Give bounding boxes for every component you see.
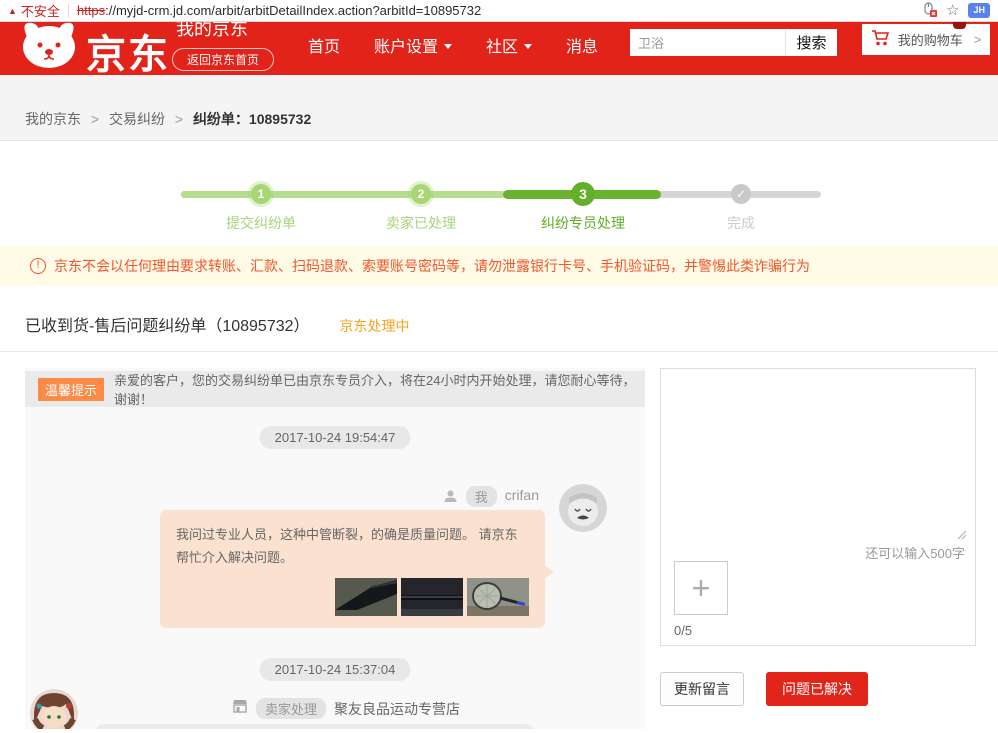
header-nav: 首页 账户设置 社区 消息 [308, 33, 598, 57]
breadcrumb-current: 纠纷单：10895732 [192, 111, 312, 127]
browser-profile-avatar[interactable]: JH [968, 3, 990, 18]
step-circle-3: 3 [571, 182, 595, 206]
reply-panel: 还可以输入500字 + 0/5 更新留言 问题已解决 [660, 368, 976, 729]
jd-site-header: 京东 我的京东 返回京东首页 首页 账户设置 社区 消息 搜索 我的购物车 > [0, 22, 998, 75]
step-circle-2: 2 [411, 184, 431, 204]
seller-message-header: 卖家处理 聚友良品运动专营店 [232, 698, 460, 719]
notice-bar: 温馨提示 亲爱的客户，您的交易纠纷单已由京东专员介入，将在24小时内开始处理，请… [25, 371, 645, 407]
seller-message-bubble-partial [95, 724, 535, 729]
breadcrumb-disputes[interactable]: 交易纠纷 [109, 111, 165, 127]
back-to-home-button[interactable]: 返回京东首页 [172, 48, 275, 71]
divider [0, 351, 998, 352]
security-warning-icon: ▲ [8, 5, 17, 16]
nav-item-account-settings[interactable]: 账户设置 [374, 33, 453, 57]
progress-segment-done [181, 191, 503, 198]
breadcrumb-my-jd[interactable]: 我的京东 [25, 111, 81, 127]
person-icon [443, 489, 458, 509]
security-warning-label: 不安全 [20, 4, 60, 19]
message-text: 我问过专业人员，这种中管断裂，的确是质量问题。 请京东帮忙介入解决问题。 [176, 527, 518, 565]
anti-fraud-warning-bar: ! 京东不会以任何理由要求转账、汇款、扫码退款、索要账号密码等，请勿泄露银行卡号… [0, 246, 998, 286]
step-label-1: 提交纠纷单 [226, 215, 296, 231]
seller-shop-name[interactable]: 聚友良品运动专营店 [334, 699, 460, 719]
dispute-status-badge: 京东处理中 [339, 318, 410, 334]
step-circle-4: ✓ [731, 184, 751, 204]
message-attachments [176, 578, 529, 616]
upload-image-button[interactable]: + [674, 561, 728, 615]
user-avatar [559, 484, 607, 532]
bookmark-star-icon[interactable]: ☆ [946, 3, 959, 18]
attachment-thumbnail[interactable] [401, 578, 463, 616]
reply-textarea[interactable] [661, 369, 975, 524]
browser-window: ▲ 不安全 https://myjd-crm.jd.com/arbit/arbi… [0, 0, 998, 733]
my-jd-label[interactable]: 我的京东 [176, 22, 248, 41]
chevron-down-icon [524, 43, 533, 49]
chevron-down-icon [444, 43, 453, 49]
header-search: 搜索 [630, 29, 837, 56]
update-message-button[interactable]: 更新留言 [660, 672, 744, 706]
nav-item-messages[interactable]: 消息 [566, 33, 598, 57]
notice-badge: 温馨提示 [38, 377, 105, 401]
step-circle-1: 1 [251, 184, 271, 204]
cart-icon [871, 29, 891, 50]
browser-address-bar[interactable]: ▲ 不安全 https://myjd-crm.jd.com/arbit/arbi… [0, 0, 998, 22]
shop-icon [232, 699, 248, 718]
reply-box: 还可以输入500字 + 0/5 [660, 368, 976, 646]
attachment-thumbnail[interactable] [335, 578, 397, 616]
dispute-chat-panel: 温馨提示 亲爱的客户，您的交易纠纷单已由京东专员介入，将在24小时内开始处理，请… [25, 368, 645, 729]
user-message-bubble: 我问过专业人员，这种中管断裂，的确是质量问题。 请京东帮忙介入解决问题。 [160, 510, 554, 628]
bubble-tail [544, 565, 554, 579]
exclamation-circle-icon: ! [30, 258, 46, 274]
url-scheme: https [76, 3, 106, 18]
sender-tag-me: 我 [465, 486, 497, 507]
breadcrumb-strip: 我的京东 > 交易纠纷 > 纠纷单：10895732 [0, 75, 998, 140]
step-label-4: 完成 [727, 215, 755, 231]
address-bar-divider [67, 3, 69, 18]
jd-logo-text[interactable]: 京东 [86, 22, 170, 75]
step-label-3: 纠纷专员处理 [541, 215, 625, 231]
char-remaining-hint: 还可以输入500字 [865, 546, 965, 561]
notice-text: 亲爱的客户，您的交易纠纷单已由京东专员介入，将在24小时内开始处理，请您耐心等待… [114, 373, 636, 407]
seller-avatar [30, 689, 78, 729]
cart-label: 我的购物车 [897, 33, 963, 48]
url-rest: ://myjd-crm.jd.com/arbit/arbitDetailInde… [105, 3, 482, 18]
step-label-2: 卖家已处理 [386, 215, 456, 231]
url-text[interactable]: https://myjd-crm.jd.com/arbit/arbitDetai… [77, 3, 914, 18]
dispute-detail-card: 1 2 3 ✓ 提交纠纷单 卖家已处理 纠纷专员处理 完成 ! 京东不会以任何理… [0, 140, 998, 733]
nav-item-home[interactable]: 首页 [308, 33, 340, 57]
content-blocked-icon[interactable] [922, 1, 938, 20]
breadcrumb: 我的京东 > 交易纠纷 > 纠纷单：10895732 [25, 111, 312, 127]
message-timestamp: 2017-10-24 15:37:04 [259, 658, 411, 681]
cart-arrow: > [973, 32, 982, 47]
anti-fraud-warning-text: 京东不会以任何理由要求转账、汇款、扫码退款、索要账号密码等，请勿泄露银行卡号、手… [54, 258, 810, 274]
progress-steps: 1 2 3 ✓ 提交纠纷单 卖家已处理 纠纷专员处理 完成 [181, 181, 821, 236]
user-name: crifan [504, 487, 539, 503]
upload-count: 0/5 [674, 623, 693, 638]
cart-button[interactable]: 我的购物车 > [862, 24, 990, 55]
jd-dog-logo-icon[interactable] [18, 22, 80, 75]
attachment-thumbnail[interactable] [467, 578, 529, 616]
plus-icon: + [691, 569, 711, 606]
issue-resolved-button[interactable]: 问题已解决 [766, 672, 868, 706]
nav-item-community[interactable]: 社区 [486, 33, 533, 57]
sender-tag-seller: 卖家处理 [256, 698, 327, 719]
dispute-title: 已收到货-售后问题纠纷单（10895732） [25, 318, 310, 335]
search-input[interactable] [630, 29, 785, 56]
message-timestamp: 2017-10-24 19:54:47 [259, 426, 411, 449]
search-button[interactable]: 搜索 [785, 29, 837, 56]
cart-count-badge [953, 22, 966, 29]
